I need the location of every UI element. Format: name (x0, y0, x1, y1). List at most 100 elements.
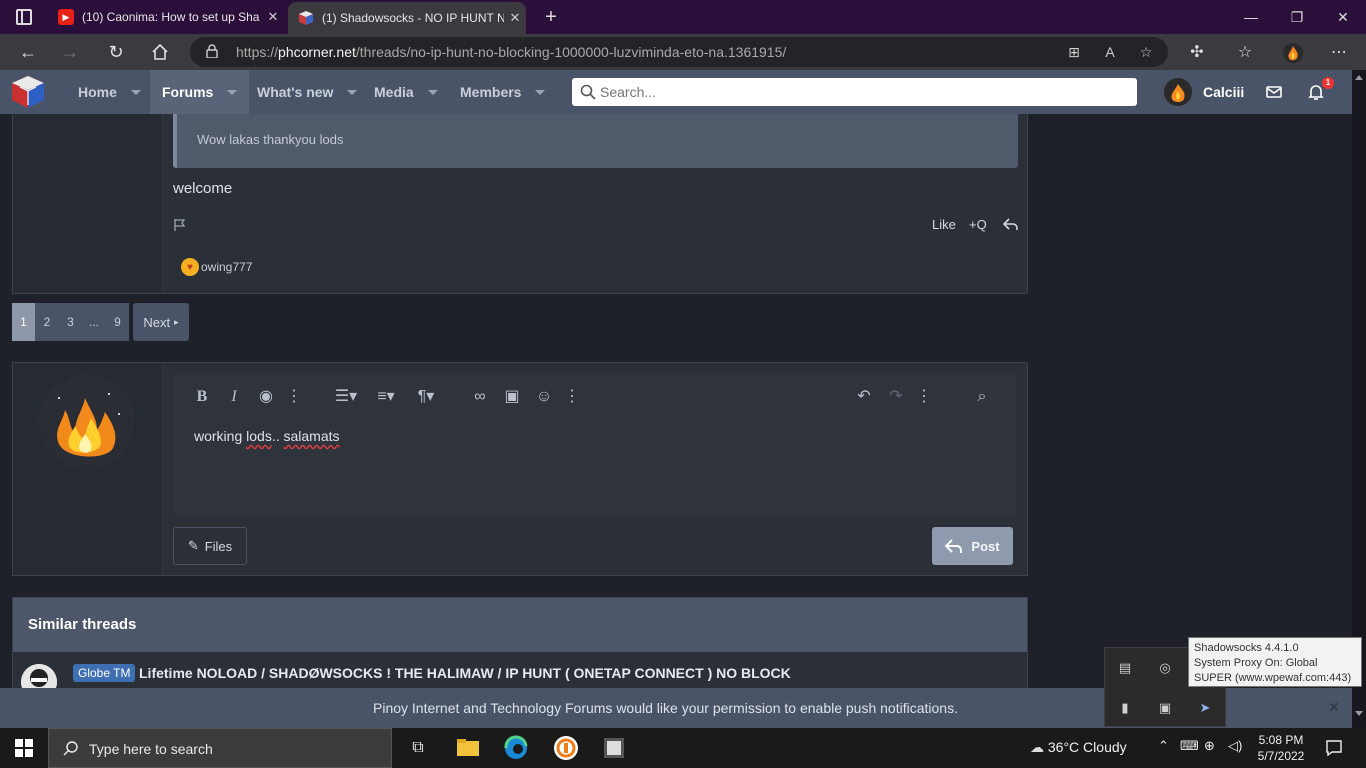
search-input[interactable] (600, 78, 1130, 106)
attach-files-button[interactable]: ✎ Files (173, 527, 247, 565)
more-text-options-icon[interactable]: ⋮ (283, 386, 305, 408)
italic-icon[interactable]: I (223, 386, 245, 408)
tooltip-line: Shadowsocks 4.4.1.0 (1194, 642, 1299, 654)
profile-avatar-icon[interactable] (1282, 42, 1304, 64)
more-options-icon[interactable]: ⋯ (1328, 42, 1350, 64)
browser-tab-youtube[interactable]: ▶ (10) Caonima: How to set up Sha ✕ (48, 0, 284, 34)
quote-block: Wow lakas thankyou lods (173, 114, 1018, 168)
network-globe-icon[interactable]: ⊕ (1204, 738, 1215, 754)
restore-icon[interactable]: ❐ (1274, 0, 1320, 34)
file-explorer-icon[interactable] (454, 734, 482, 762)
reaction-user[interactable]: owing777 (201, 260, 252, 274)
message-editor[interactable]: B I ◉ ⋮ ☰▾ ≡▾ ¶▾ ∞ ▣ ☺ ⋮ ↶ ↷ ⋮ ⌕ working… (173, 374, 1016, 515)
taskbar-clock[interactable]: 5:08 PM 5/7/2022 (1252, 732, 1310, 764)
thread-prefix-badge[interactable]: Globe TM (73, 664, 136, 682)
nav-media[interactable]: Media (360, 70, 452, 114)
minimize-icon[interactable]: — (1228, 0, 1274, 34)
add-favorite-icon[interactable]: ☆ (1136, 42, 1156, 62)
app-tray-icon[interactable]: ▣ (1155, 698, 1175, 718)
read-aloud-icon[interactable]: A (1100, 42, 1120, 62)
tab-actions-icon[interactable] (16, 9, 32, 25)
nav-members[interactable]: Members (446, 70, 559, 114)
nav-forums[interactable]: Forums (150, 70, 250, 114)
reply-user-column (13, 363, 163, 575)
taskbar-search-box[interactable]: Type here to search (48, 728, 392, 768)
page-scrollbar[interactable] (1352, 70, 1366, 728)
post-reply-button[interactable]: Post (932, 527, 1013, 565)
inbox-icon[interactable] (1264, 82, 1284, 102)
input-method-icon[interactable]: ⌨ (1180, 738, 1199, 754)
scroll-down-icon[interactable] (1355, 711, 1363, 716)
site-logo[interactable] (10, 75, 46, 109)
page-link-9[interactable]: 9 (106, 303, 129, 341)
device-tray-icon[interactable]: ▤ (1115, 658, 1135, 678)
editor-content[interactable]: working lods.. salamats (194, 428, 340, 444)
chevron-down-icon[interactable] (535, 89, 546, 95)
like-button[interactable]: Like (932, 217, 956, 232)
page-ellipsis[interactable]: ... (82, 303, 106, 341)
back-icon[interactable]: ← (14, 38, 42, 66)
show-hidden-icons-icon[interactable]: ⌃ (1158, 738, 1169, 754)
report-flag-icon[interactable] (173, 218, 187, 232)
task-view-icon[interactable]: ⧉ (404, 734, 432, 762)
app-window-icon[interactable] (600, 734, 628, 762)
action-center-icon[interactable] (1324, 738, 1344, 758)
quote-button[interactable]: +Q (969, 217, 987, 232)
undo-icon[interactable]: ↶ (853, 386, 875, 408)
paragraph-icon[interactable]: ¶▾ (411, 386, 441, 408)
extensions-icon[interactable]: ✣ (1186, 42, 1208, 64)
edge-browser-icon[interactable] (502, 734, 530, 762)
page-link-2[interactable]: 2 (35, 303, 59, 341)
home-icon[interactable] (146, 38, 174, 66)
reply-icon[interactable] (1003, 217, 1019, 231)
vpn-app-icon[interactable] (552, 734, 580, 762)
preview-icon[interactable]: ⌕ (971, 386, 993, 408)
shadowsocks-tray-icon[interactable]: ➤ (1195, 698, 1215, 718)
apps-icon[interactable]: ⊞ (1064, 42, 1084, 62)
close-tab-icon[interactable]: ✕ (262, 9, 284, 25)
link-icon[interactable]: ∞ (469, 386, 491, 408)
bold-icon[interactable]: B (191, 386, 213, 408)
audio-meter-tray-icon[interactable]: ▮ (1115, 698, 1135, 718)
address-bar[interactable]: https://phcorner.net/threads/no-ip-hunt-… (190, 37, 1168, 67)
scroll-up-icon[interactable] (1355, 72, 1363, 80)
next-page-button[interactable]: Next ▸ (133, 303, 189, 341)
search-box[interactable] (572, 78, 1137, 106)
more-insert-options-icon[interactable]: ⋮ (561, 386, 583, 408)
list-icon[interactable]: ☰▾ (331, 386, 361, 408)
more-options-icon[interactable]: ⋮ (913, 386, 935, 408)
reaction-summary[interactable]: ♥ owing777 (181, 258, 252, 276)
nav-home[interactable]: Home (62, 70, 157, 114)
weather-widget[interactable]: ☁ 36°C Cloudy (1030, 739, 1127, 756)
paperclip-icon: ✎ (187, 538, 199, 553)
reply-avatar[interactable] (39, 374, 135, 470)
chevron-down-icon[interactable] (130, 89, 141, 95)
browser-tab-shadowsocks[interactable]: (1) Shadowsocks - NO IP HUNT N ✕ (288, 2, 526, 34)
nav-whats-new-label: What's new (257, 84, 334, 100)
browser-toolbar: ← → ↻ https://phcorner.net/threads/no-ip… (0, 34, 1366, 70)
page-link-1[interactable]: 1 (12, 303, 35, 341)
user-avatar[interactable] (1164, 78, 1192, 106)
nav-whats-new[interactable]: What's new (242, 70, 372, 114)
align-icon[interactable]: ≡▾ (371, 386, 401, 408)
page-link-3[interactable]: 3 (59, 303, 82, 341)
windows-start-icon[interactable] (0, 728, 48, 768)
text-color-icon[interactable]: ◉ (255, 386, 277, 408)
headset-tray-icon[interactable]: ◎ (1155, 658, 1175, 678)
thread-title-link[interactable]: Lifetime NOLOAD / SHADØWSOCKS ! THE HALI… (139, 665, 791, 681)
new-tab-button[interactable]: + (528, 0, 574, 34)
redo-icon[interactable]: ↷ (885, 386, 907, 408)
image-icon[interactable]: ▣ (501, 386, 523, 408)
close-window-icon[interactable]: ✕ (1320, 0, 1366, 34)
forward-icon[interactable]: → (56, 38, 84, 66)
chevron-down-icon[interactable] (227, 89, 238, 95)
chevron-down-icon[interactable] (347, 89, 358, 95)
emoji-icon[interactable]: ☺ (533, 386, 555, 408)
refresh-icon[interactable]: ↻ (102, 38, 130, 66)
chevron-down-icon[interactable] (427, 89, 438, 95)
close-tab-icon[interactable]: ✕ (504, 10, 526, 26)
volume-icon[interactable]: ◁) (1228, 738, 1242, 754)
close-icon[interactable]: ✕ (1328, 699, 1340, 716)
favorites-icon[interactable]: ☆ (1234, 42, 1256, 64)
username[interactable]: Calciii (1203, 84, 1244, 100)
